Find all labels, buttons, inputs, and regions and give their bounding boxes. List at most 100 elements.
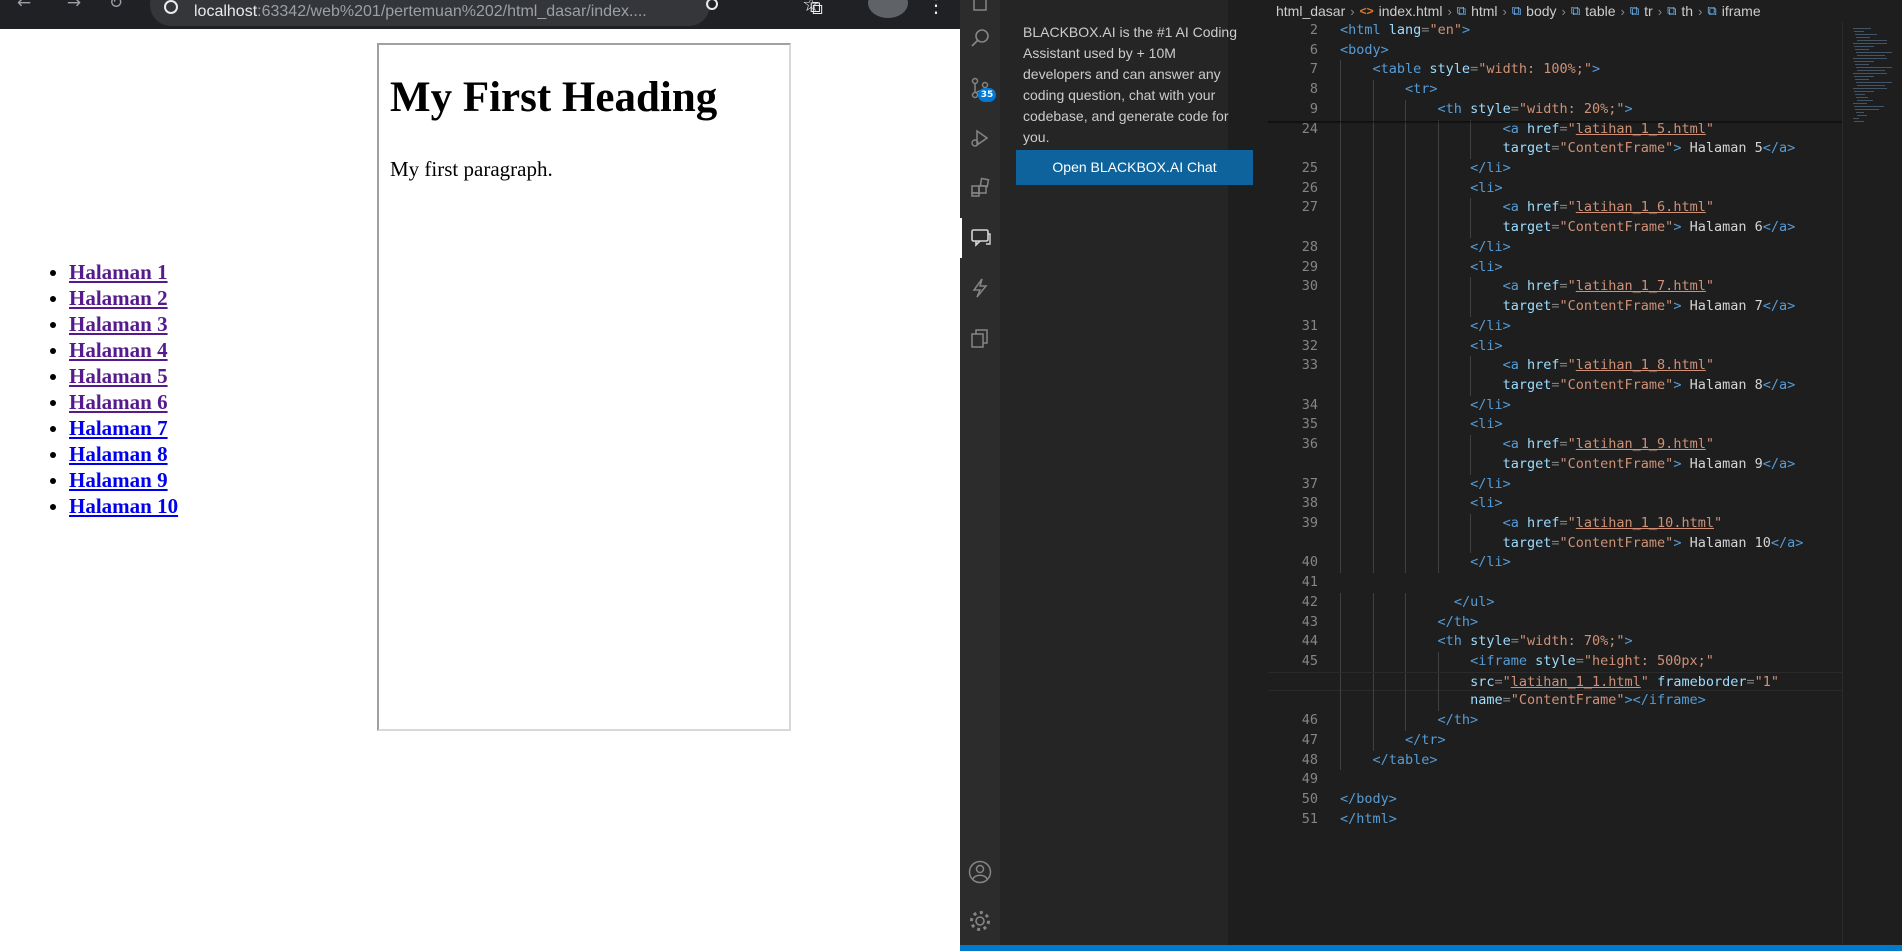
code-line[interactable]: 28 </li> [1268, 237, 1842, 258]
code-line[interactable]: 43 </th> [1268, 612, 1842, 633]
indent-guide [1437, 178, 1439, 199]
code-line[interactable]: 35 <li> [1268, 415, 1842, 436]
site-info-icon[interactable] [164, 0, 178, 14]
code-line[interactable]: 47 </tr> [1268, 730, 1842, 751]
code-line[interactable]: 37 </li> [1268, 474, 1842, 495]
account-icon[interactable] [960, 852, 1000, 892]
code-line[interactable]: 42 </ul> [1268, 592, 1842, 613]
code-line[interactable]: target="ContentFrame"> Halaman 5</a> [1268, 139, 1842, 160]
lightning-icon[interactable] [960, 268, 1000, 308]
code-token: Halaman 8 [1681, 376, 1763, 393]
profile-avatar[interactable] [868, 0, 908, 18]
code-line[interactable]: src="latihan_1_1.html" frameborder="1" [1268, 671, 1842, 693]
halaman-link[interactable]: Halaman 10 [69, 494, 178, 518]
code-line[interactable]: 33 <a href="latihan_1_8.html" [1268, 356, 1842, 376]
code-line[interactable]: target="ContentFrame"> Halaman 10</a> [1268, 533, 1842, 554]
source-control-icon[interactable]: 35 [960, 68, 1000, 108]
code-line[interactable]: 45 <iframe style="height: 500px;" [1268, 652, 1842, 672]
code-text: <table style="width: 100%;"> [1373, 60, 1601, 80]
symbol-element-icon: ⧉ [1456, 3, 1467, 18]
breadcrumb-item[interactable]: body [1526, 3, 1556, 19]
code-line[interactable]: 46 </th> [1268, 711, 1842, 731]
breadcrumb-item[interactable]: th [1681, 3, 1693, 19]
halaman-link[interactable]: Halaman 2 [69, 286, 168, 310]
halaman-link[interactable]: Halaman 4 [69, 338, 168, 362]
breadcrumb-item[interactable]: iframe [1722, 3, 1761, 19]
halaman-link[interactable]: Halaman 7 [69, 416, 168, 440]
code-line[interactable]: 34 </li> [1268, 395, 1842, 416]
extensions-icon[interactable] [960, 168, 1000, 208]
code-line[interactable]: 9 <th style="width: 20%;"> [1268, 99, 1842, 120]
forward-arrow-icon[interactable]: → [64, 0, 84, 14]
code-line[interactable]: 25 </li> [1268, 159, 1842, 179]
minimap[interactable] [1842, 22, 1902, 951]
indent-guide [1340, 494, 1341, 514]
halaman-link[interactable]: Halaman 8 [69, 442, 168, 466]
halaman-link[interactable]: Halaman 1 [69, 260, 168, 284]
code-area[interactable]: 2 <html lang="en"> 6 <body> 7 <table style="w… [1268, 21, 1842, 951]
back-arrow-icon[interactable]: ← [14, 0, 34, 14]
search-icon[interactable] [960, 18, 1000, 58]
code-line[interactable]: 8 <tr> [1268, 80, 1842, 100]
open-blackbox-chat-button[interactable]: Open BLACKBOX.AI Chat [1016, 150, 1253, 185]
code-line[interactable]: name="ContentFrame"></iframe> [1268, 691, 1842, 712]
code-token: target [1502, 140, 1552, 157]
breadcrumb-item[interactable]: tr [1644, 3, 1653, 19]
code-line[interactable]: 30 <a href="latihan_1_7.html" [1268, 277, 1842, 298]
code-line[interactable]: 44 <th style="width: 70%;"> [1268, 632, 1842, 652]
halaman-link[interactable]: Halaman 3 [69, 312, 168, 336]
run-debug-icon[interactable] [960, 118, 1000, 158]
breadcrumb-item[interactable]: html_dasar [1276, 3, 1345, 19]
code-line[interactable]: 50 </body> [1268, 790, 1842, 810]
code-line[interactable]: 26 <li> [1268, 178, 1842, 199]
code-line[interactable]: 32 <li> [1268, 336, 1842, 357]
code-line[interactable]: target="ContentFrame"> Halaman 7</a> [1268, 297, 1842, 317]
minimap-line [1854, 61, 1874, 62]
code-line[interactable]: 27 <a href="latihan_1_6.html" [1268, 198, 1842, 219]
breadcrumb-item[interactable]: table [1585, 3, 1615, 19]
indent-guide [1470, 198, 1472, 219]
code-line[interactable]: 2 <html lang="en"> [1268, 21, 1842, 41]
copy-icon[interactable] [960, 318, 1000, 358]
code-text: </li> [1470, 238, 1511, 258]
line-number: 8 [1309, 81, 1318, 98]
code-line[interactable]: 40 </li> [1268, 553, 1842, 574]
settings-gear-icon[interactable] [960, 901, 1000, 941]
code-line[interactable]: 49 [1268, 770, 1842, 790]
code-editor[interactable]: html_dasar › <> index.html › ⧉ html › ⧉ body › ⧉ tab… [1268, 0, 1902, 951]
code-line[interactable]: target="ContentFrame"> Halaman 6</a> [1268, 218, 1842, 238]
halaman-link[interactable]: Halaman 6 [69, 390, 168, 414]
halaman-link[interactable]: Halaman 5 [69, 364, 168, 388]
code-line[interactable]: 48 </table> [1268, 750, 1842, 771]
code-line[interactable]: 31 </li> [1268, 316, 1842, 337]
zoom-icon[interactable] [706, 0, 718, 10]
code-token: <a [1502, 436, 1527, 453]
code-line[interactable]: 41 [1268, 573, 1842, 593]
code-line[interactable]: target="ContentFrame"> Halaman 8</a> [1268, 375, 1842, 396]
indent-guide [1372, 415, 1374, 436]
more-menu-icon[interactable]: ⋮ [926, 0, 946, 15]
code-line[interactable]: 38 <li> [1268, 494, 1842, 514]
halaman-link[interactable]: Halaman 9 [69, 468, 168, 492]
breadcrumb-item[interactable]: index.html [1379, 3, 1443, 19]
address-bar[interactable]: localhost:63342/web%201/pertemuan%202/ht… [150, 0, 820, 26]
code-line[interactable]: 39 <a href="latihan_1_10.html" [1268, 513, 1842, 534]
url-text[interactable]: localhost:63342/web%201/pertemuan%202/ht… [194, 4, 647, 20]
indent-guide [1372, 691, 1374, 712]
code-line[interactable]: 6 <body> [1268, 41, 1842, 61]
breadcrumb-item[interactable]: html [1471, 3, 1497, 19]
code-text: <html lang="en"> [1340, 21, 1470, 41]
code-token: = [1559, 278, 1568, 295]
reload-icon[interactable]: ↻ [106, 0, 126, 14]
content-iframe[interactable]: My First Heading My first paragraph. [377, 43, 791, 731]
indent-guide [1405, 375, 1407, 396]
code-token: </li> [1470, 554, 1511, 571]
code-line[interactable]: 51 </html> [1268, 810, 1842, 830]
code-line[interactable]: 7 <table style="width: 100%;"> [1268, 60, 1842, 81]
blackbox-chat-icon[interactable] [960, 218, 1000, 258]
code-line[interactable]: 36 <a href="latihan_1_9.html" [1268, 435, 1842, 455]
extensions-puzzle-icon[interactable]: ⧉ [810, 0, 823, 18]
indent-guide [1340, 277, 1341, 298]
code-line[interactable]: target="ContentFrame"> Halaman 9</a> [1268, 454, 1842, 475]
code-line[interactable]: 29 <li> [1268, 257, 1842, 278]
